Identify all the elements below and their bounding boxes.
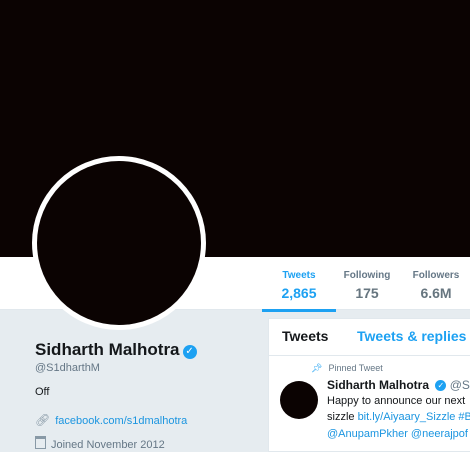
- pinned-tweet-label: 📌︎ Pinned Tweet: [311, 363, 383, 374]
- tweet-text-line: Happy to announce our next: [327, 395, 466, 407]
- verified-badge-icon: ✓: [182, 345, 197, 359]
- tweet-author-avatar[interactable]: [280, 381, 318, 419]
- link-icon: 🔗︎: [35, 413, 51, 427]
- tab-tweets-and-replies[interactable]: Tweets & replies: [357, 328, 466, 344]
- stat-followers-value: 6.6M: [420, 285, 452, 301]
- stat-following-value: 175: [355, 285, 379, 301]
- stat-following[interactable]: Following 175: [337, 270, 397, 301]
- profile-name-text: Sidharth Malhotra: [35, 340, 180, 359]
- profile-joined-text: Joined November 2012: [51, 439, 165, 451]
- profile-joined-row: Joined November 2012: [35, 436, 165, 451]
- pinned-tweet-label-text: Pinned Tweet: [328, 363, 383, 373]
- stat-followers-label: Followers: [412, 270, 460, 281]
- tweet-text-line: sizzle bit.ly/Aiyaary_Sizzle #B: [327, 411, 470, 423]
- profile-avatar-frame[interactable]: [32, 156, 206, 330]
- tweet-text-prefix: sizzle: [327, 411, 358, 423]
- calendar-icon: [35, 436, 46, 449]
- stat-tweets[interactable]: Tweets 2,865: [262, 270, 336, 312]
- profile-website-link[interactable]: facebook.com/s1dmalhotra: [55, 415, 187, 427]
- profile-handle: @S1dharthM: [35, 362, 100, 374]
- stat-followers[interactable]: Followers 6.6M: [404, 270, 468, 301]
- tweet-header[interactable]: Sidharth Malhotra ✓ @S1dl: [327, 378, 470, 392]
- tweet-link[interactable]: bit.ly/Aiyaary_Sizzle #B: [358, 411, 470, 423]
- profile-bio: Off: [35, 386, 50, 398]
- stat-following-label: Following: [343, 270, 391, 281]
- verified-badge-icon: ✓: [435, 380, 447, 391]
- profile-name[interactable]: Sidharth Malhotra ✓: [35, 340, 197, 360]
- pin-icon: 📌︎: [311, 363, 323, 373]
- active-tab-indicator: [262, 309, 336, 312]
- timeline-tabs: Tweets Tweets & replies: [269, 319, 470, 356]
- tweet-author-handle: @S1dl: [449, 378, 470, 392]
- timeline-panel: Tweets Tweets & replies 📌︎ Pinned Tweet S…: [268, 318, 470, 452]
- tweet-mentions: @AnupamPkher @neerajpof: [327, 428, 468, 440]
- tab-tweets[interactable]: Tweets: [282, 328, 328, 344]
- avatar: [37, 161, 201, 325]
- tweet-mention-links[interactable]: @AnupamPkher @neerajpof: [327, 428, 468, 440]
- stat-tweets-value: 2,865: [281, 285, 317, 301]
- stat-tweets-label: Tweets: [282, 270, 316, 281]
- tweet-author-name: Sidharth Malhotra: [327, 378, 430, 392]
- profile-website-row: 🔗︎ facebook.com/s1dmalhotra: [35, 413, 187, 427]
